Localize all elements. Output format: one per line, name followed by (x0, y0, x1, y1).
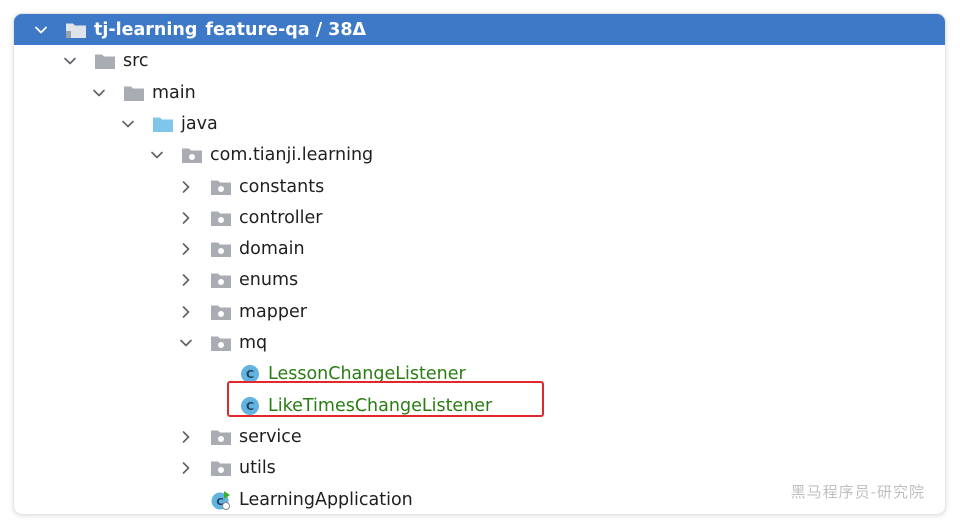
tree-row[interactable]: enums (14, 264, 945, 295)
chevron-right-icon[interactable] (179, 242, 193, 256)
watermark-text: 黑马程序员-研究院 (790, 483, 925, 501)
tree-item-label: utils (239, 457, 276, 478)
tree-item-label: service (239, 426, 302, 447)
tree-item-label: LessonChangeListener (268, 363, 466, 384)
package-icon (210, 208, 232, 228)
chevron-down-icon[interactable] (63, 54, 77, 68)
package-icon (210, 239, 232, 259)
tree-row[interactable]: main (14, 77, 945, 108)
tree-row[interactable]: C LessonChangeListener (14, 358, 945, 389)
folder-icon (123, 83, 145, 103)
package-icon (210, 302, 232, 322)
tree-row[interactable]: utils (14, 452, 945, 483)
chevron-right-icon[interactable] (179, 430, 193, 444)
project-tree: tj-learning feature-qa / 38Δ src main java… (14, 14, 945, 514)
tree-root-row[interactable]: tj-learning feature-qa / 38Δ (14, 14, 945, 45)
tree-row[interactable]: controller (14, 202, 945, 233)
tree-row[interactable]: constants (14, 171, 945, 202)
tree-item-label: LikeTimesChangeListener (268, 395, 493, 416)
package-icon (210, 458, 232, 478)
tree-row[interactable]: java (14, 108, 945, 139)
tree-item-label: enums (239, 269, 299, 290)
tree-row[interactable]: mq (14, 327, 945, 358)
branch-label: feature-qa / 38Δ (205, 19, 367, 40)
chevron-down-icon[interactable] (92, 86, 106, 100)
chevron-down-icon[interactable] (179, 336, 193, 350)
chevron-right-icon[interactable] (179, 461, 193, 475)
java-class-icon: C (239, 396, 261, 416)
chevron-down-icon[interactable] (150, 148, 164, 162)
tree-item-label: mapper (239, 301, 307, 322)
spring-boot-class-icon: C (210, 490, 232, 510)
tree-row[interactable]: service (14, 421, 945, 452)
tree-row[interactable]: src (14, 45, 945, 76)
svg-text:C: C (246, 400, 254, 413)
tree-item-label: mq (239, 332, 268, 353)
project-tool-window: tj-learning feature-qa / 38Δ src main java… (14, 14, 945, 514)
chevron-right-icon[interactable] (179, 305, 193, 319)
chevron-down-icon[interactable] (121, 117, 135, 131)
chevron-down-icon[interactable] (34, 23, 48, 37)
java-class-icon: C (239, 364, 261, 384)
package-icon (210, 177, 232, 197)
chevron-right-icon[interactable] (179, 180, 193, 194)
tree-item-label: main (152, 82, 196, 103)
tree-row[interactable]: C LikeTimesChangeListener (14, 390, 945, 421)
tree-row[interactable]: mapper (14, 296, 945, 327)
tree-item-label: constants (239, 176, 325, 197)
tree-row[interactable]: domain (14, 233, 945, 264)
tree-item-label: domain (239, 238, 305, 259)
tree-item-label: LearningApplication (239, 489, 413, 510)
tree-row[interactable]: com.tianji.learning (14, 139, 945, 170)
tree-item-label: src (123, 50, 149, 71)
package-icon (210, 333, 232, 353)
module-folder-icon (65, 20, 87, 40)
tree-item-label: java (181, 113, 218, 134)
package-icon (210, 270, 232, 290)
root-project-name: tj-learning (94, 19, 198, 40)
svg-text:C: C (246, 368, 254, 381)
package-icon (181, 145, 203, 165)
source-folder-icon (152, 114, 174, 134)
chevron-right-icon[interactable] (179, 273, 193, 287)
package-icon (210, 427, 232, 447)
tree-item-label: com.tianji.learning (210, 144, 374, 165)
chevron-right-icon[interactable] (179, 211, 193, 225)
folder-icon (94, 51, 116, 71)
tree-item-label: controller (239, 207, 323, 228)
